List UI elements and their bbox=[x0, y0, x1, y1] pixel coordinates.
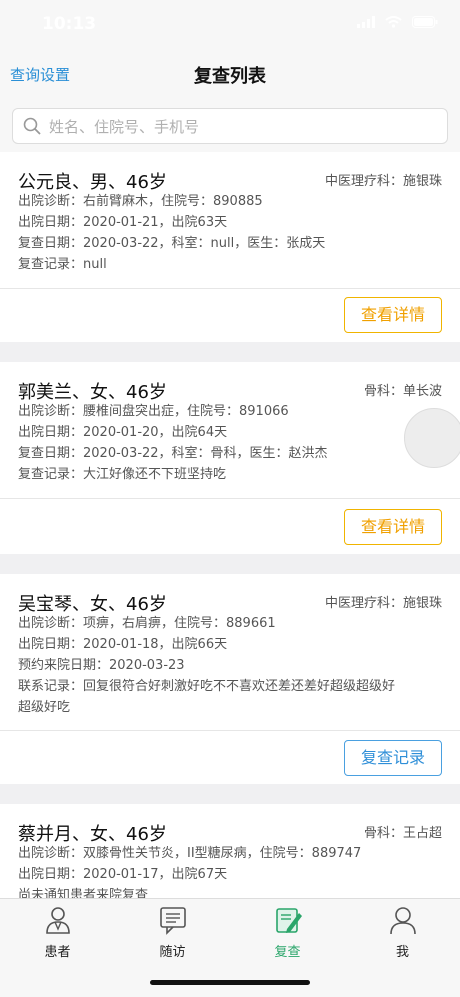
recheck-icon bbox=[275, 908, 302, 933]
discharge-diagnosis: 出院诊断：项痹，右肩痹，住院号：889661 bbox=[18, 616, 276, 631]
patient-card: 公元良、男、46岁 中医理疗科：施银珠 出院诊断：右前臂麻木，住院号：89088… bbox=[0, 152, 460, 342]
card-divider bbox=[0, 730, 460, 731]
discharge-diagnosis: 出院诊断：右前臂麻木，住院号：890885 bbox=[18, 194, 263, 209]
recheck-list: 公元良、男、46岁 中医理疗科：施银珠 出院诊断：右前臂麻木，住院号：89088… bbox=[0, 152, 460, 898]
discharge-date: 出院日期：2020-01-21，出院63天 bbox=[18, 215, 228, 230]
home-indicator bbox=[150, 980, 310, 985]
patient-name-line: 蔡并月、女、46岁 bbox=[18, 824, 167, 845]
status-icons bbox=[357, 16, 438, 28]
tab-followup[interactable]: 随访 bbox=[115, 905, 230, 960]
dept-doctor: 中医理疗科：施银珠 bbox=[324, 174, 442, 189]
discharge-date: 出院日期：2020-01-17，出院67天 bbox=[18, 867, 228, 882]
discharge-diagnosis: 出院诊断：双膝骨性关节炎，II型糖尿病，住院号：889747 bbox=[18, 846, 362, 861]
wifi-icon bbox=[385, 16, 402, 28]
contact-record-cont: 超级好吃 bbox=[18, 700, 71, 715]
dept-doctor: 骨科：王占超 bbox=[363, 826, 442, 841]
page-title: 复查列表 bbox=[194, 66, 266, 87]
discharge-date: 出院日期：2020-01-18，出院66天 bbox=[18, 637, 228, 652]
discharge-date: 出院日期：2020-01-20，出院64天 bbox=[18, 425, 228, 440]
recheck-record: 复查记录：大江好像还不下班坚持吃 bbox=[18, 467, 227, 482]
patient-name-line: 公元良、男、46岁 bbox=[18, 172, 167, 193]
me-icon bbox=[389, 907, 416, 935]
status-bar: 10:13 bbox=[0, 0, 460, 50]
recheck-record: 复查记录：null bbox=[18, 257, 107, 272]
status-time: 10:13 bbox=[42, 14, 97, 34]
discharge-diagnosis: 出院诊断：腰椎间盘突出症，住院号：891066 bbox=[18, 404, 289, 419]
dept-doctor: 骨科：单长波 bbox=[363, 384, 442, 399]
search-box[interactable] bbox=[12, 108, 448, 145]
tab-label: 随访 bbox=[159, 945, 186, 960]
search-bar bbox=[0, 100, 460, 152]
tab-me[interactable]: 我 bbox=[345, 905, 460, 960]
notify-status: 尚未通知患者来院复查 bbox=[18, 888, 149, 898]
card-divider bbox=[0, 498, 460, 499]
dept-doctor: 中医理疗科：施银珠 bbox=[324, 596, 442, 611]
followup-icon bbox=[159, 907, 186, 935]
patient-card: 蔡并月、女、46岁 骨科：王占超 出院诊断：双膝骨性关节炎，II型糖尿病，住院号… bbox=[0, 804, 460, 898]
search-icon bbox=[23, 117, 41, 135]
patient-name-line: 吴宝琴、女、46岁 bbox=[18, 594, 167, 615]
tab-label: 我 bbox=[395, 945, 409, 960]
recheck-date: 复查日期：2020-03-22，科室：骨科，医生：赵洪杰 bbox=[18, 446, 328, 461]
signal-icon bbox=[357, 16, 375, 28]
nav-bar: 查询设置 复查列表 bbox=[0, 50, 460, 100]
contact-record: 联系记录：回复很符合好刺激好吃不不喜欢还差还差好超级超级好 bbox=[18, 679, 396, 694]
patient-card: 吴宝琴、女、46岁 中医理疗科：施银珠 出院诊断：项痹，右肩痹，住院号：8896… bbox=[0, 574, 460, 784]
patient-card: 郭美兰、女、46岁 骨科：单长波 出院诊断：腰椎间盘突出症，住院号：891066… bbox=[0, 362, 460, 554]
tab-recheck[interactable]: 复查 bbox=[230, 905, 345, 960]
recheck-record-button[interactable]: 复查记录 bbox=[344, 740, 442, 776]
tab-label: 患者 bbox=[44, 945, 71, 960]
card-divider bbox=[0, 288, 460, 289]
patient-name-line: 郭美兰、女、46岁 bbox=[18, 382, 167, 403]
patient-icon bbox=[45, 907, 70, 934]
appointment-date: 预约来院日期：2020-03-23 bbox=[18, 658, 185, 673]
view-details-button[interactable]: 查看详情 bbox=[344, 297, 442, 333]
search-input[interactable] bbox=[47, 109, 441, 145]
battery-icon bbox=[412, 16, 438, 28]
view-details-button[interactable]: 查看详情 bbox=[344, 509, 442, 545]
recheck-date: 复查日期：2020-03-22，科室：null，医生：张成天 bbox=[18, 236, 326, 251]
tab-label: 复查 bbox=[274, 945, 301, 960]
assistive-touch-button[interactable] bbox=[404, 408, 460, 468]
tab-patients[interactable]: 患者 bbox=[0, 905, 115, 960]
